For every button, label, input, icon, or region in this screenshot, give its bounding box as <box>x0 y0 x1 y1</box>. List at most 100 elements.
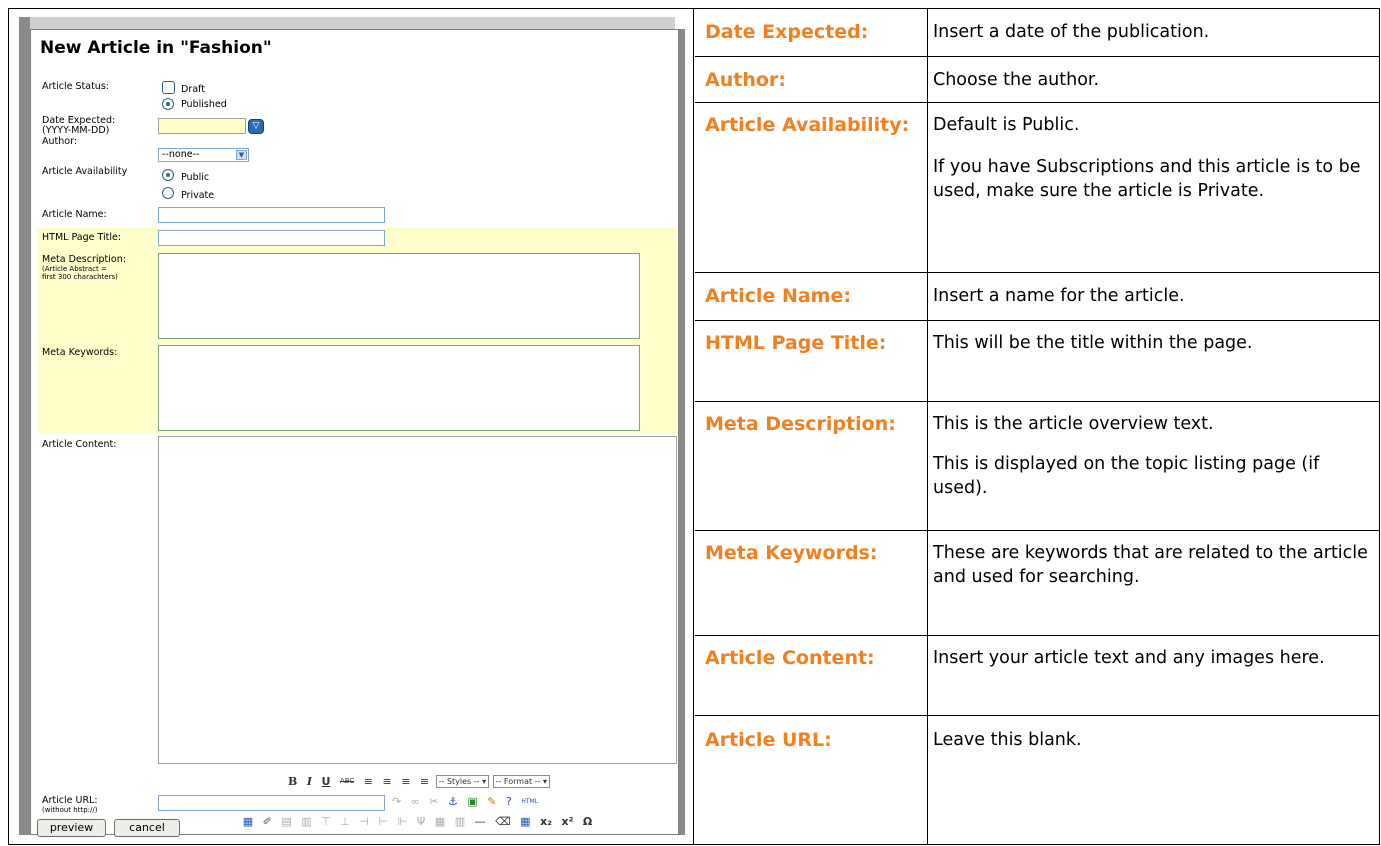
split-cells-icon[interactable]: ▦ <box>435 815 445 828</box>
meta-keywords-textarea[interactable] <box>158 345 640 431</box>
delete-row-icon[interactable]: ⊣ <box>359 815 369 828</box>
date-expected-input[interactable] <box>158 118 246 134</box>
meta-description-hint-2: first 300 charachters) <box>42 273 118 281</box>
preview-button[interactable]: preview <box>37 819 106 837</box>
help-row: Author: Choose the author. <box>695 57 1380 103</box>
help-desc-line: This will be the title within the page. <box>933 333 1253 353</box>
availability-label: Article Availability <box>42 166 128 177</box>
table-row-props-icon[interactable]: ▤ <box>281 815 291 828</box>
meta-description-label: Meta Description: <box>42 254 126 265</box>
help-label: Article Content: <box>705 647 875 669</box>
delete-col-icon[interactable]: Ψ <box>417 815 426 828</box>
cleanup-icon[interactable]: ✎ <box>487 795 496 808</box>
meta-description-textarea[interactable] <box>158 253 640 339</box>
calendar-dropdown-icon[interactable]: ▽ <box>248 119 264 134</box>
insert-row-before-icon[interactable]: ⊤ <box>321 815 331 828</box>
italic-icon[interactable]: I <box>307 775 312 788</box>
help-label: Meta Description: <box>705 413 896 435</box>
column-divider <box>927 321 928 401</box>
article-name-input[interactable] <box>158 207 385 223</box>
unlink-icon[interactable]: ✂ <box>429 795 438 808</box>
column-divider <box>927 273 928 320</box>
form-title: New Article in "Fashion" <box>40 38 272 58</box>
article-name-label: Article Name: <box>42 209 107 220</box>
help-desc-line: Insert a date of the publication. <box>933 22 1210 42</box>
column-divider <box>927 103 928 272</box>
column-divider <box>927 57 928 102</box>
styles-dropdown-label: -- Styles -- <box>438 776 480 786</box>
format-dropdown[interactable]: -- Format -- ▾ <box>492 774 550 788</box>
article-url-input[interactable] <box>158 795 385 811</box>
insert-col-after-icon[interactable]: ⊩ <box>398 815 408 828</box>
draft-checkbox[interactable] <box>162 81 175 94</box>
private-radio[interactable] <box>162 187 174 199</box>
column-divider <box>927 8 928 56</box>
cancel-button[interactable]: cancel <box>114 819 180 837</box>
public-radio[interactable] <box>162 169 174 181</box>
help-desc-line: Insert your article text and any images … <box>933 648 1325 668</box>
remove-format-icon[interactable]: ⌫ <box>495 815 511 828</box>
meta-keywords-label: Meta Keywords: <box>42 347 118 358</box>
edit-icon[interactable]: ✐ <box>263 815 272 828</box>
help-desc: This will be the title within the page. <box>933 331 1375 365</box>
help-desc: Insert a name for the article. <box>933 284 1375 318</box>
align-justify-icon[interactable]: ≡ <box>420 775 429 788</box>
merge-cells-icon[interactable]: ▥ <box>455 815 465 828</box>
help-desc: Choose the author. <box>933 68 1375 102</box>
column-divider <box>927 531 928 635</box>
strikethrough-icon[interactable]: ABC <box>340 777 354 785</box>
styles-dropdown[interactable]: -- Styles -- ▾ <box>435 774 490 788</box>
html-title-input[interactable] <box>158 230 385 246</box>
column-divider <box>927 636 928 715</box>
article-content-editor[interactable] <box>158 436 677 764</box>
align-right-icon[interactable]: ≡ <box>401 775 410 788</box>
help-desc-line: These are keywords that are related to t… <box>933 543 1368 587</box>
help-desc: Default is Public. If you have Subscript… <box>933 113 1375 213</box>
table-cell-props-icon[interactable]: ▥ <box>301 815 311 828</box>
help-desc-line: Insert a name for the article. <box>933 286 1185 306</box>
insert-table-icon[interactable]: ▦ <box>520 815 530 828</box>
editor-toolbar-row-1: B I U ABC ≡ ≡ ≡ ≡ -- Styles -- ▾ -- Form… <box>160 774 675 792</box>
author-select[interactable]: --none-- ▼ <box>158 148 249 162</box>
html-title-label: HTML Page Title: <box>42 232 122 243</box>
bold-icon[interactable]: B <box>288 775 297 788</box>
help-desc-line: If you have Subscriptions and this artic… <box>933 157 1361 201</box>
image-icon[interactable]: ▣ <box>467 795 477 808</box>
special-char-icon[interactable]: Ω <box>583 815 592 828</box>
help-desc: This is the article overview text. This … <box>933 412 1375 510</box>
help-desc: Insert your article text and any images … <box>933 646 1375 680</box>
help-row: Article URL: Leave this blank. <box>695 716 1380 845</box>
align-center-icon[interactable]: ≡ <box>382 775 391 788</box>
help-row: Article Availability: Default is Public.… <box>695 103 1380 273</box>
help-label: HTML Page Title: <box>705 332 887 354</box>
editor-toolbar-row-3: ▦ ✐ ▤ ▥ ⊤ ⊥ ⊣ ⊢ ⊩ Ψ ▦ ▥ — ⌫ ▦ x₂ x² Ω <box>160 814 675 832</box>
help-row: Meta Description: This is the article ov… <box>695 402 1380 531</box>
redo-icon[interactable]: ↷ <box>392 795 401 808</box>
insert-row-after-icon[interactable]: ⊥ <box>340 815 350 828</box>
help-label: Date Expected: <box>705 21 869 43</box>
anchor-icon[interactable]: ⚓ <box>448 795 458 808</box>
help-label: Article Name: <box>705 285 851 307</box>
underline-icon[interactable]: U <box>321 775 330 788</box>
public-label: Public <box>181 172 210 183</box>
frame-shadow-right <box>679 29 685 835</box>
meta-description-hint-1: (Article Abstract = <box>42 265 107 273</box>
horizontal-rule-icon[interactable]: — <box>475 815 486 828</box>
html-source-icon[interactable]: HTML <box>521 798 538 805</box>
insert-col-before-icon[interactable]: ⊢ <box>378 815 388 828</box>
status-label: Article Status: <box>42 81 109 92</box>
link-icon[interactable]: ∞ <box>411 795 420 808</box>
help-icon[interactable]: ? <box>506 795 512 808</box>
align-left-icon[interactable]: ≡ <box>364 775 373 788</box>
article-url-hint: (without http://) <box>42 806 98 814</box>
help-row: Article Content: Insert your article tex… <box>695 636 1380 716</box>
subscript-icon[interactable]: x₂ <box>540 815 552 828</box>
published-label: Published <box>181 99 227 110</box>
help-row: Meta Keywords: These are keywords that a… <box>695 531 1380 636</box>
private-label: Private <box>181 190 215 201</box>
insert-media-icon[interactable]: ▦ <box>243 815 253 828</box>
help-desc-line: Leave this blank. <box>933 730 1082 750</box>
superscript-icon[interactable]: x² <box>562 815 574 828</box>
published-radio[interactable] <box>162 98 174 110</box>
column-divider <box>927 716 928 845</box>
